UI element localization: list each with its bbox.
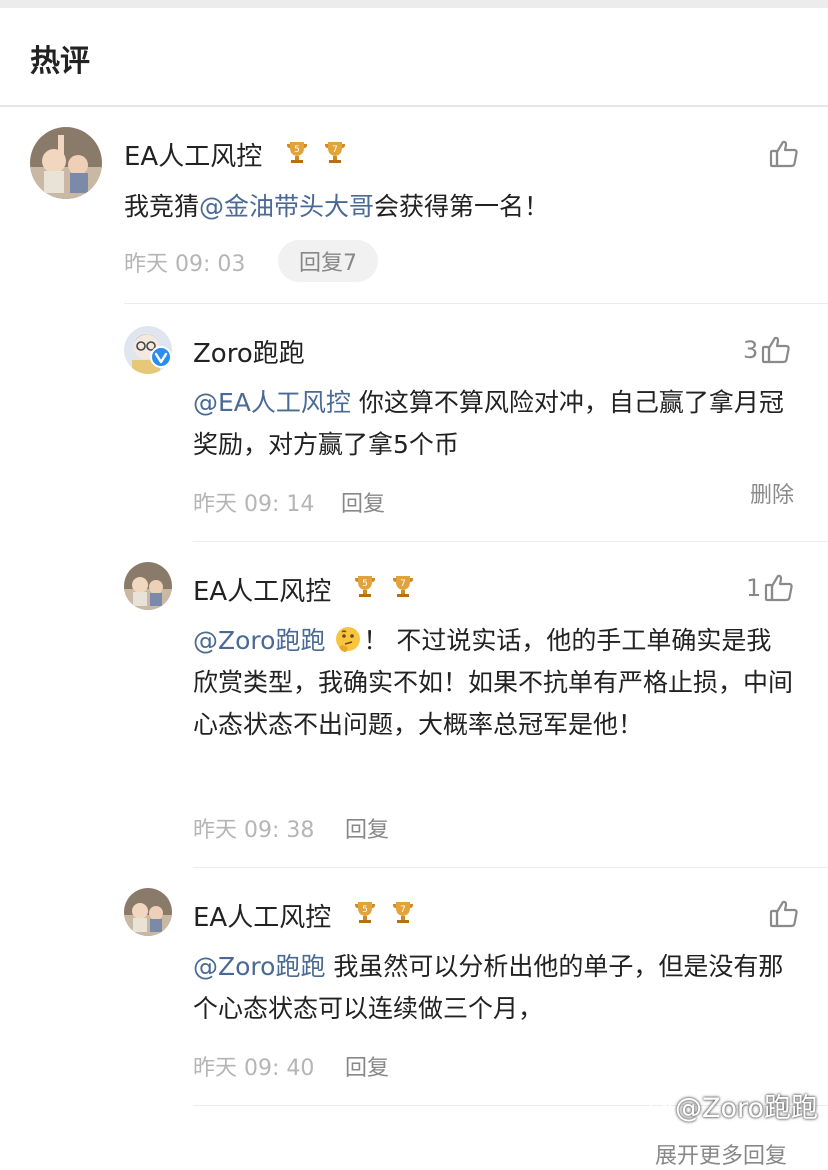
trophy-badge-icon: 7 (390, 573, 416, 599)
timestamp: 昨天 09: 38 (193, 818, 315, 843)
svg-text:5: 5 (362, 579, 368, 589)
timestamp: 昨天 09: 03 (124, 252, 246, 277)
thumbs-up-icon (762, 336, 790, 364)
reply-username[interactable]: Zoro跑跑 (193, 333, 305, 370)
thumbs-up-icon (765, 574, 793, 602)
reply-button[interactable]: 回复 (345, 1050, 389, 1082)
page-title: 热评 (30, 44, 90, 79)
comment-text: 我竞猜@金油带头大哥会获得第一名！ (124, 192, 550, 221)
reply-text: @Zoro跑跑 ！ 不过说实话，他的手工单确实是我欣赏类型，我确实不如！如果不抗… (193, 626, 794, 739)
trophy-badge-icon: 7 (322, 139, 348, 165)
trophy-badge-icon: 7 (390, 899, 416, 925)
reply-text: @Zoro跑跑 我虽然可以分析出他的单子，但是没有那个心态状态可以连续做三个月， (193, 952, 784, 1023)
reply-text: @EA人工风控 你这算不算风险对冲，自己赢了拿月冠奖励，对方赢了拿5个币 (193, 388, 784, 459)
reply-count-button[interactable]: 回复7 (278, 240, 378, 282)
reply-username[interactable]: EA人工风控 (193, 571, 331, 608)
divider (124, 303, 828, 304)
reply-button[interactable]: 回复 (341, 486, 385, 518)
divider (193, 541, 828, 542)
like-count: 1 (746, 574, 762, 602)
mention-link[interactable]: @金油带头大哥 (199, 192, 374, 221)
reply-button[interactable]: 回复 (345, 812, 389, 844)
mention-link[interactable]: @Zoro跑跑 (193, 626, 325, 655)
expand-more-replies[interactable]: 展开更多回复 (655, 1138, 787, 1170)
delete-button[interactable]: 删除 (750, 477, 794, 509)
trophy-badge-icon: 5 (352, 573, 378, 599)
thumbs-up-icon (769, 140, 798, 168)
watermark: @Zoro跑跑 (647, 1086, 818, 1125)
trophy-badge-icon: 5 (284, 139, 310, 165)
avatar[interactable] (124, 888, 172, 936)
reply-username[interactable]: EA人工风控 (193, 897, 331, 934)
verified-icon (150, 346, 172, 368)
like-button[interactable]: 1 (746, 572, 795, 604)
weibo-logo-icon (647, 1099, 671, 1118)
svg-text:5: 5 (362, 905, 368, 915)
svg-text:7: 7 (400, 905, 406, 915)
thinking-face-emoji (336, 627, 361, 652)
svg-text:7: 7 (332, 145, 338, 155)
avatar[interactable] (124, 562, 172, 610)
svg-text:5: 5 (294, 145, 300, 155)
trophy-badge-icon: 5 (352, 899, 378, 925)
like-button[interactable] (766, 898, 800, 930)
top-bar (0, 0, 828, 8)
timestamp: 昨天 09: 14 (193, 492, 315, 517)
like-count: 3 (743, 336, 759, 364)
svg-text:7: 7 (400, 579, 406, 589)
mention-link[interactable]: @Zoro跑跑 (193, 952, 325, 981)
mention-link[interactable]: @EA人工风控 (193, 388, 351, 417)
avatar[interactable] (30, 127, 102, 199)
timestamp: 昨天 09: 40 (193, 1056, 315, 1081)
thumbs-up-icon (769, 900, 798, 928)
like-button[interactable] (766, 138, 800, 170)
comment-username[interactable]: EA人工风控 (124, 136, 262, 173)
like-button[interactable]: 3 (743, 334, 792, 366)
divider (193, 867, 828, 868)
header-divider (0, 105, 828, 107)
